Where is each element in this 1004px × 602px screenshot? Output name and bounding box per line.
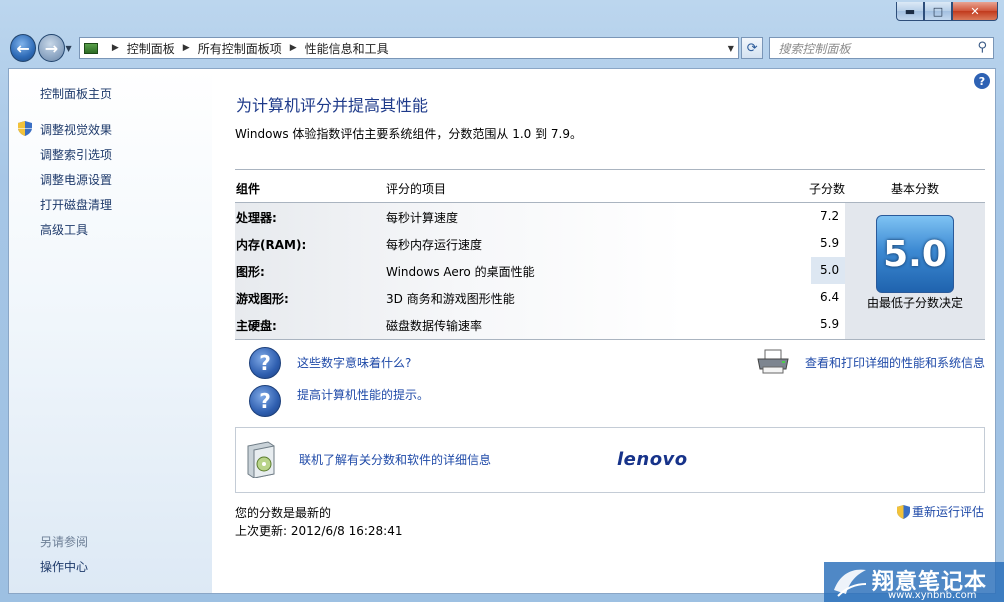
sidebar-item-disk-cleanup[interactable]: 打开磁盘清理 [40, 196, 112, 213]
content-area: 控制面板主页 调整视觉效果 调整索引选项 调整电源设置 打开磁盘清理 高级工具 … [8, 68, 996, 594]
row-subscore: 6.4 [820, 290, 840, 304]
row-subscore: 5.9 [820, 317, 840, 331]
breadcrumb-arrow-icon[interactable]: ▶ [183, 43, 190, 53]
sidebar-item-visual-effects[interactable]: 调整视觉效果 [40, 121, 112, 138]
row-component: 内存(RAM): [236, 238, 307, 252]
help-icon[interactable]: ? [974, 73, 990, 89]
row-subscore: 7.2 [820, 209, 840, 223]
breadcrumb-item[interactable]: 所有控制面板项 [198, 40, 282, 57]
sidebar-item-action-center[interactable]: 操作中心 [40, 558, 88, 575]
score-table: 组件 评分的项目 子分数 基本分数 处理器: 每秒计算速度 7.2 内存(RAM… [235, 169, 985, 340]
search-placeholder: 搜索控制面板 [778, 41, 851, 56]
question-icon: ? [249, 385, 281, 417]
back-button[interactable]: ← [10, 34, 37, 62]
forward-button[interactable]: → [38, 34, 65, 62]
sidebar-item-index-options[interactable]: 调整索引选项 [40, 146, 112, 163]
row-subscore: 5.0 [820, 263, 840, 277]
online-info-box: 联机了解有关分数和软件的详细信息 lenovo [235, 427, 985, 493]
search-icon[interactable]: ⚲ [977, 40, 987, 55]
row-rated: 每秒内存运行速度 [386, 238, 483, 252]
table-row: 主硬盘: 磁盘数据传输速率 5.9 [235, 311, 845, 338]
base-score-panel: 5.0 由最低子分数决定 [845, 203, 985, 339]
caption-buttons: ▬ □ ✕ [896, 2, 998, 21]
row-component: 图形: [236, 265, 265, 279]
row-component: 主硬盘: [236, 319, 277, 333]
row-component: 游戏图形: [236, 292, 289, 306]
base-score-caption: 由最低子分数决定 [867, 296, 964, 310]
col-rated: 评分的项目 [386, 182, 447, 196]
last-update: 上次更新: 2012/6/8 16:28:41 [235, 524, 403, 538]
score-status: 您的分数是最新的 [235, 506, 332, 520]
control-panel-icon [83, 42, 98, 54]
col-subscore: 子分数 [809, 182, 846, 196]
main-panel: ? 为计算机评分并提高其性能 Windows 体验指数评估主要系统组件，分数范围… [234, 69, 994, 593]
watermark: 翔意笔记本 www.xynbnb.com [824, 562, 1004, 602]
performance-tips-link[interactable]: 提高计算机性能的提示。 [297, 386, 429, 403]
table-header: 组件 评分的项目 子分数 基本分数 [235, 170, 985, 202]
rerun-label[interactable]: 重新运行评估 [912, 503, 984, 520]
row-subscore: 5.9 [820, 236, 840, 250]
minimize-button[interactable]: ▬ [896, 2, 924, 21]
page-title: 为计算机评分并提高其性能 [236, 96, 429, 115]
row-rated: Windows Aero 的桌面性能 [386, 265, 535, 279]
uac-shield-icon [897, 504, 910, 519]
breadcrumb-arrow-icon[interactable]: ▶ [290, 43, 297, 53]
row-component: 处理器: [236, 211, 277, 225]
print-details-link[interactable]: 查看和打印详细的性能和系统信息 [805, 354, 985, 371]
maximize-button[interactable]: □ [924, 2, 952, 21]
lenovo-logo: lenovo [617, 449, 688, 470]
row-rated: 磁盘数据传输速率 [386, 319, 483, 333]
online-info-link[interactable]: 联机了解有关分数和软件的详细信息 [299, 451, 491, 468]
address-bar[interactable]: ▶ 控制面板 ▶ 所有控制面板项 ▶ 性能信息和工具 ▼ [78, 37, 739, 59]
window-frame: ▬ □ ✕ ← → ▼ ▶ 控制面板 ▶ 所有控制面板项 ▶ 性能信息和工具 ▼… [0, 0, 1004, 602]
table-row: 内存(RAM): 每秒内存运行速度 5.9 [235, 230, 845, 257]
search-input[interactable]: 搜索控制面板 ⚲ [769, 37, 995, 59]
divider [235, 339, 985, 340]
col-component: 组件 [236, 182, 261, 196]
breadcrumb-arrow-icon[interactable]: ▶ [112, 43, 119, 53]
row-rated: 每秒计算速度 [386, 211, 459, 225]
navigation-bar: ← → ▼ ▶ 控制面板 ▶ 所有控制面板项 ▶ 性能信息和工具 ▼ ⟳ 搜索控… [10, 32, 995, 64]
see-also-heading: 另请参阅 [40, 535, 89, 549]
close-button[interactable]: ✕ [952, 2, 998, 21]
base-score-tile: 5.0 [876, 215, 954, 293]
table-row: 图形: Windows Aero 的桌面性能 5.0 [235, 257, 845, 284]
printer-icon [757, 349, 789, 374]
rerun-assessment-link[interactable]: 重新运行评估 [897, 503, 984, 520]
what-numbers-mean-link[interactable]: 这些数字意味着什么? [297, 354, 411, 371]
breadcrumb-item[interactable]: 性能信息和工具 [305, 40, 389, 57]
watermark-logo-icon [834, 569, 867, 597]
uac-shield-icon [18, 121, 32, 136]
refresh-button[interactable]: ⟳ [740, 37, 764, 59]
sidebar-item-home[interactable]: 控制面板主页 [40, 85, 112, 102]
page-description: Windows 体验指数评估主要系统组件，分数范围从 1.0 到 7.9。 [235, 127, 582, 141]
row-rated: 3D 商务和游戏图形性能 [386, 292, 515, 306]
sidebar-item-advanced-tools[interactable]: 高级工具 [40, 221, 88, 238]
col-basescore: 基本分数 [891, 182, 940, 196]
watermark-url: www.xynbnb.com [888, 590, 977, 601]
table-row: 处理器: 每秒计算速度 7.2 [235, 203, 845, 230]
question-icon: ? [249, 347, 281, 379]
sidebar-item-power-settings[interactable]: 调整电源设置 [40, 171, 112, 188]
address-dropdown-icon[interactable]: ▼ [728, 44, 734, 53]
table-row: 游戏图形: 3D 商务和游戏图形性能 6.4 [235, 284, 845, 311]
breadcrumb-item[interactable]: 控制面板 [127, 40, 175, 57]
table-body: 处理器: 每秒计算速度 7.2 内存(RAM): 每秒内存运行速度 5.9 图形… [235, 203, 985, 339]
sidebar: 控制面板主页 调整视觉效果 调整索引选项 调整电源设置 打开磁盘清理 高级工具 … [9, 69, 212, 593]
recent-pages-dropdown[interactable]: ▼ [66, 44, 75, 53]
software-box-icon [247, 441, 275, 478]
